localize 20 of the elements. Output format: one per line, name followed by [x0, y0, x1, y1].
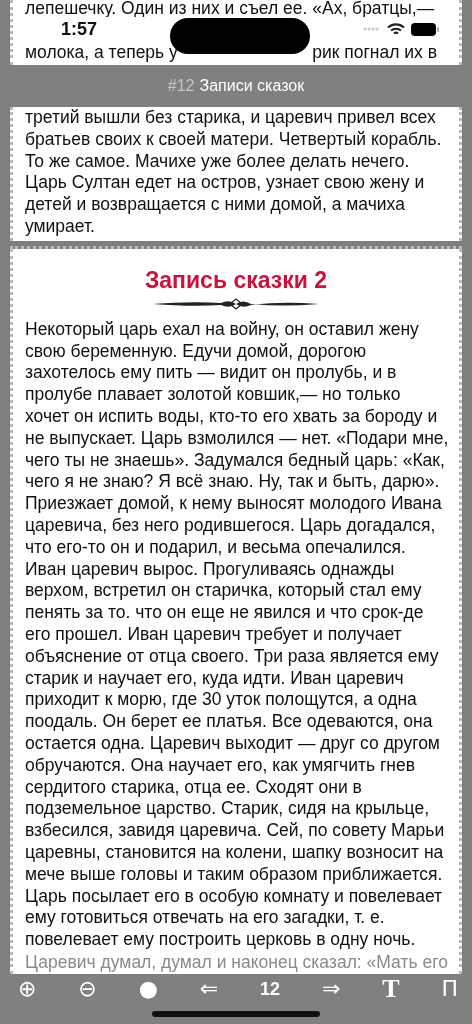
- record-title: Запись сказки 2: [143, 265, 329, 295]
- font-button[interactable]: T: [378, 975, 404, 1003]
- story-text: лепешечку. Один из них и съел ее. «Ах, братцы,—: [24, 0, 435, 17]
- chapter-number: #12: [167, 77, 195, 95]
- next-button[interactable]: ⇒: [317, 975, 345, 1003]
- zoom-in-button[interactable]: ⊕: [14, 975, 41, 1003]
- story-text: Царевич думал, думал и наконец сказал: «Мать его: [25, 950, 447, 973]
- layout-button[interactable]: П: [437, 975, 462, 1003]
- signal-icon: [363, 25, 381, 33]
- previous-button[interactable]: ⇐: [195, 975, 223, 1003]
- theme-button[interactable]: ●: [134, 975, 162, 1003]
- status-time: 1:57: [61, 18, 98, 40]
- story-paragraph: Некоторый царь ехал на войну, он оставил жену свою беременную. Едучи домой, дорогою захотелось ему пить — видит он пролубь, и в пролубе плавает золотой ковшик,— но только хочет он испить воды, кто-то его хвать за бороду и не выпускает. Царь взмолился — нет. «Подари мне, чего ты не знаешь». Задумался бедный царь: «Как, чего я не знаю? Я всё знаю. Ну, так и быть, дарю». Приезжает домой, к нему выносят молодого Ивана царевича, без него родившегося. Царь догадался, что его-то он и подарил, и весьма опечалился. Иван царевич вырос. Прогуливаясь однажды верхом, встретил он старичка, который стал ему пенять за то. что он еще не явился и что срок-де его прошел. Иван царевич требует и получает объяснение от отца своего. Три раза является ему старик и научает его, куда идти. Иван царевич приходит к морю, где 30 уток полощутся, а одна поодаль. Он берет ее платья. Все одеваются, она остается одна. Царевич выходит — друг со другом обручаются. Она научает его, как умягчить гнев сердитого старика, отца ее. Сходят они в подземельное царство. Старик, сидя на крыльце, взбесился, завидя царевича. Сей, по совету Марьи царевны, становится на колени, шапку возносит на мече выше головы и таким образом приближается. Царь посылает его в особую комнату и повелевает ему готовиться отвечать на его загадки, т. е. повелевает ему построить церковь в одну ночь.: [25, 318, 447, 951]
- battery-icon: [411, 22, 439, 36]
- zoom-out-button[interactable]: ⊖: [74, 975, 101, 1003]
- page-number[interactable]: 12: [256, 975, 285, 1003]
- book-title: Записи сказок: [199, 77, 305, 95]
- story-paragraph: третий вышли без старика, и царевич привел всех братьев своих к своей матери. Четвертый корабль. То же самое. Мачихе уже более делать нечего. Царь Султан едет на остров, узнает свою жену и детей и возвращается с ними домой, а мачиха умирает.: [25, 107, 443, 238]
- story-text: рик погнал их в: [311, 41, 437, 63]
- wifi-icon: [387, 22, 405, 36]
